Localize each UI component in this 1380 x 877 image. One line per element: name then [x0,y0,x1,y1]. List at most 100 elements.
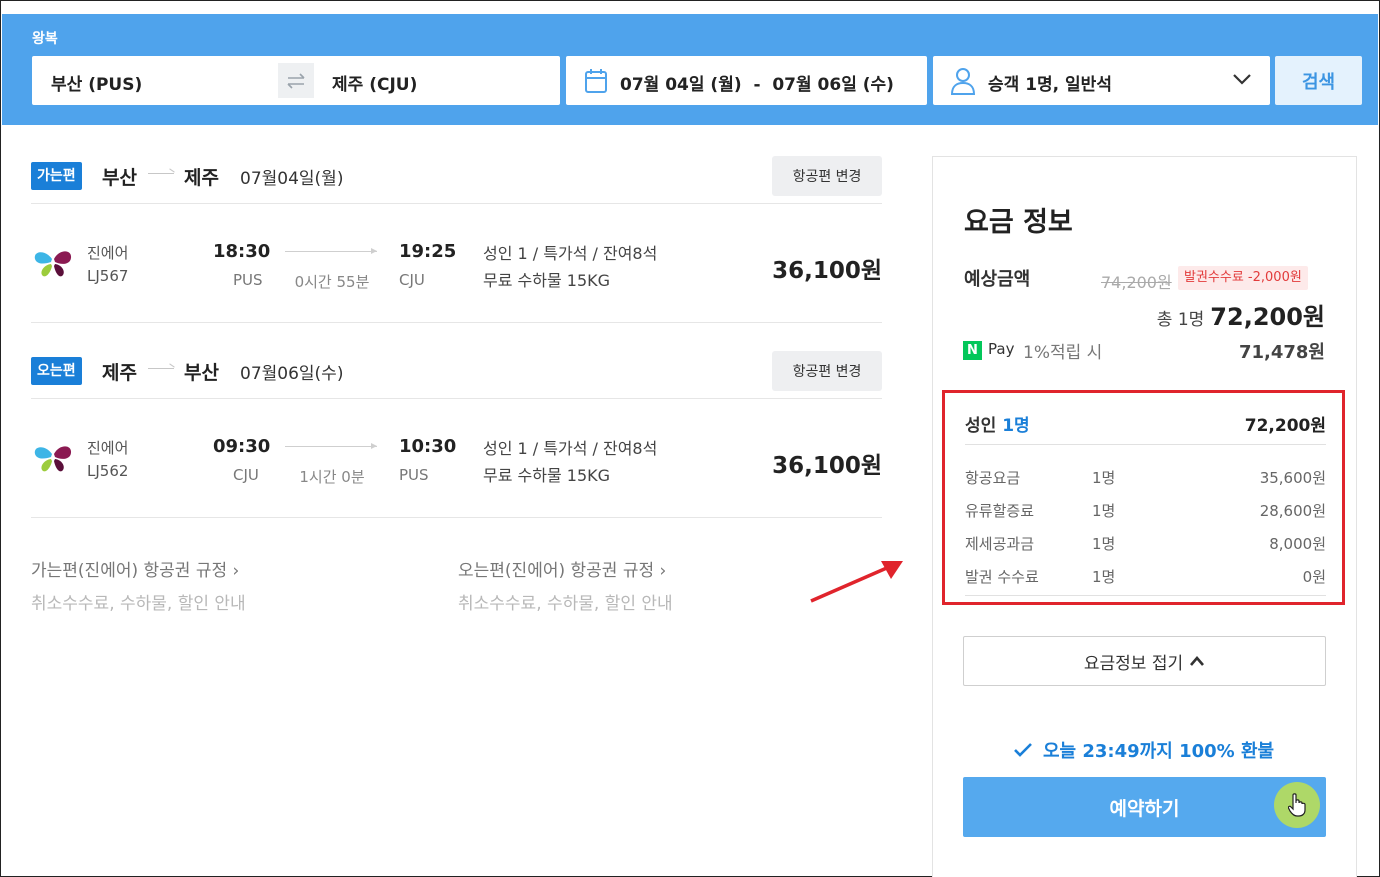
search-button[interactable]: 검색 [1275,56,1362,105]
adult-summary-label: 성인 1명 [965,411,1030,436]
original-price: 74,200원 [1101,273,1172,292]
fare-info-panel: 요금 정보 예상금액 74,200원 발권수수료 -2,000원 총 1명 72,… [932,156,1357,877]
search-bar: 왕복 부산 (PUS) 제주 (CJU) 07월 04일 (월) - 07월 0… [2,14,1378,125]
return-segment-header: 오는편 제주 부산 07월06일(수) 항공편 변경 [31,351,882,399]
outbound-to-city: 제주 [184,167,219,189]
flight-duration: 1시간 0분 [299,468,365,486]
book-button[interactable]: 예약하기 [963,777,1326,837]
outbound-flight-row: 진에어 LJ567 18:30 PUS 0시간 55분 19:25 CJU 성인… [31,205,882,323]
return-change-button[interactable]: 항공편 변경 [772,351,882,391]
fare-row-count: 1명 [1092,502,1116,520]
fare-row-count: 1명 [1092,535,1116,553]
adult-total: 72,200원 [1244,416,1326,436]
swap-button[interactable] [278,63,314,98]
arrival-code: PUS [399,466,429,484]
total-price-line: 총 1명 72,200원 [1157,297,1325,332]
origin-input[interactable]: 부산 (PUS) [51,70,142,95]
npay-benefit: 1%적립 시 [1023,343,1103,363]
check-icon [1014,743,1032,757]
arrival-code: CJU [399,271,425,289]
adult-count: 1명 [1002,416,1030,436]
departure-code: CJU [233,466,259,484]
baggage-info: 무료 수하물 15KG [483,466,611,485]
fare-row: 항공요금 1명 35,600원 [965,467,1326,491]
return-rules-link[interactable]: 오는편(진에어) 항공권 규정 › [458,556,666,581]
route-arrow [148,368,174,369]
fare-title: 요금 정보 [964,207,1073,238]
route-field[interactable]: 부산 (PUS) 제주 (CJU) [32,56,560,105]
user-icon [950,68,976,95]
swap-icon [287,72,305,89]
flight-path-line [285,248,377,254]
destination-input[interactable]: 제주 (CJU) [332,70,417,95]
outbound-change-button[interactable]: 항공편 변경 [772,156,882,196]
airline-butterfly-logo [34,251,72,277]
outbound-segment-header: 가는편 부산 제주 07월04일(월) 항공편 변경 [31,156,882,204]
return-to-city: 부산 [184,362,219,384]
fare-row-amount: 35,600원 [1259,469,1326,487]
baggage-info: 무료 수하물 15KG [483,271,611,290]
airline-name: 진에어 [87,244,129,262]
red-arrow-annotation [810,561,903,603]
departure-time: 09:30 [213,436,271,457]
return-badge: 오는편 [31,357,82,385]
discount-badge: 발권수수료 -2,000원 [1178,266,1308,290]
fare-row-name: 제세공과금 [965,535,1035,553]
chevron-down-icon[interactable] [1232,72,1252,86]
fare-row-amount: 0원 [1302,568,1326,586]
return-date: 07월06일(수) [240,364,344,384]
passenger-text: 승객 1명, 일반석 [988,75,1112,95]
departure-code: PUS [233,271,263,289]
flight-number: LJ567 [87,267,129,285]
passenger-field[interactable]: 승객 1명, 일반석 [933,56,1270,105]
collapse-fare-button[interactable]: 요금정보 접기 [963,636,1326,686]
date-range-text: 07월 04일 (월) - 07월 06일 (수) [620,75,894,95]
fare-row-amount: 28,600원 [1259,502,1326,520]
return-rules-subtitle: 취소수수료, 수하물, 할인 안내 [458,594,673,614]
airline-butterfly-logo [34,446,72,472]
fare-row-amount: 8,000원 [1269,535,1326,553]
fare-row-count: 1명 [1092,568,1116,586]
seat-info: 성인 1 / 특가석 / 잔여8석 [483,244,658,263]
arrival-time: 10:30 [399,436,457,457]
fare-row-count: 1명 [1092,469,1116,487]
calendar-icon [585,69,607,93]
fare-row-name: 항공요금 [965,469,1021,487]
divider [965,444,1326,445]
flight-path-line [285,443,377,449]
estimate-label: 예상금액 [964,269,1031,290]
collapse-fare-label: 요금정보 접기 [1083,653,1184,674]
total-price: 72,200원 [1210,303,1325,331]
outbound-badge: 가는편 [31,162,82,190]
return-price: 36,100원 [772,453,882,479]
chevron-up-icon [1190,656,1205,666]
outbound-date: 07월04일(월) [240,169,344,189]
airline-name: 진에어 [87,439,129,457]
outbound-rules-link[interactable]: 가는편(진에어) 항공권 규정 › [31,556,239,581]
outbound-rules-subtitle: 취소수수료, 수하물, 할인 안내 [31,594,246,614]
hand-cursor-icon [1288,793,1306,817]
flight-duration: 0시간 55분 [294,273,370,291]
npay-label: Pay [988,340,1015,358]
refund-text: 오늘 23:49까지 100% 환불 [1043,741,1275,762]
route-arrow [148,173,174,174]
total-prefix: 총 1명 [1156,310,1205,330]
return-flight-row: 진에어 LJ562 09:30 CJU 1시간 0분 10:30 PUS 성인 … [31,400,882,518]
arrival-time: 19:25 [399,241,457,262]
npay-icon: N [963,341,982,360]
outbound-from-city: 부산 [102,167,137,189]
fare-breakdown-box: 성인 1명 72,200원 항공요금 1명 35,600원 유류할증료 1명 2… [942,390,1345,605]
fare-row: 제세공과금 1명 8,000원 [965,533,1326,557]
divider [965,595,1326,596]
fare-row-name: 유류할증료 [965,502,1035,520]
refund-notice: 오늘 23:49까지 100% 환불 [1013,737,1274,763]
departure-time: 18:30 [213,241,271,262]
npay-price: 71,478원 [1238,342,1325,363]
fare-row-name: 발권 수수료 [965,568,1039,586]
adult-label: 성인 [965,416,997,436]
flight-number: LJ562 [87,462,129,480]
fare-row: 발권 수수료 1명 0원 [965,566,1326,590]
trip-type-label: 왕복 [32,31,58,47]
date-field[interactable]: 07월 04일 (월) - 07월 06일 (수) [566,56,927,105]
return-from-city: 제주 [102,362,137,384]
